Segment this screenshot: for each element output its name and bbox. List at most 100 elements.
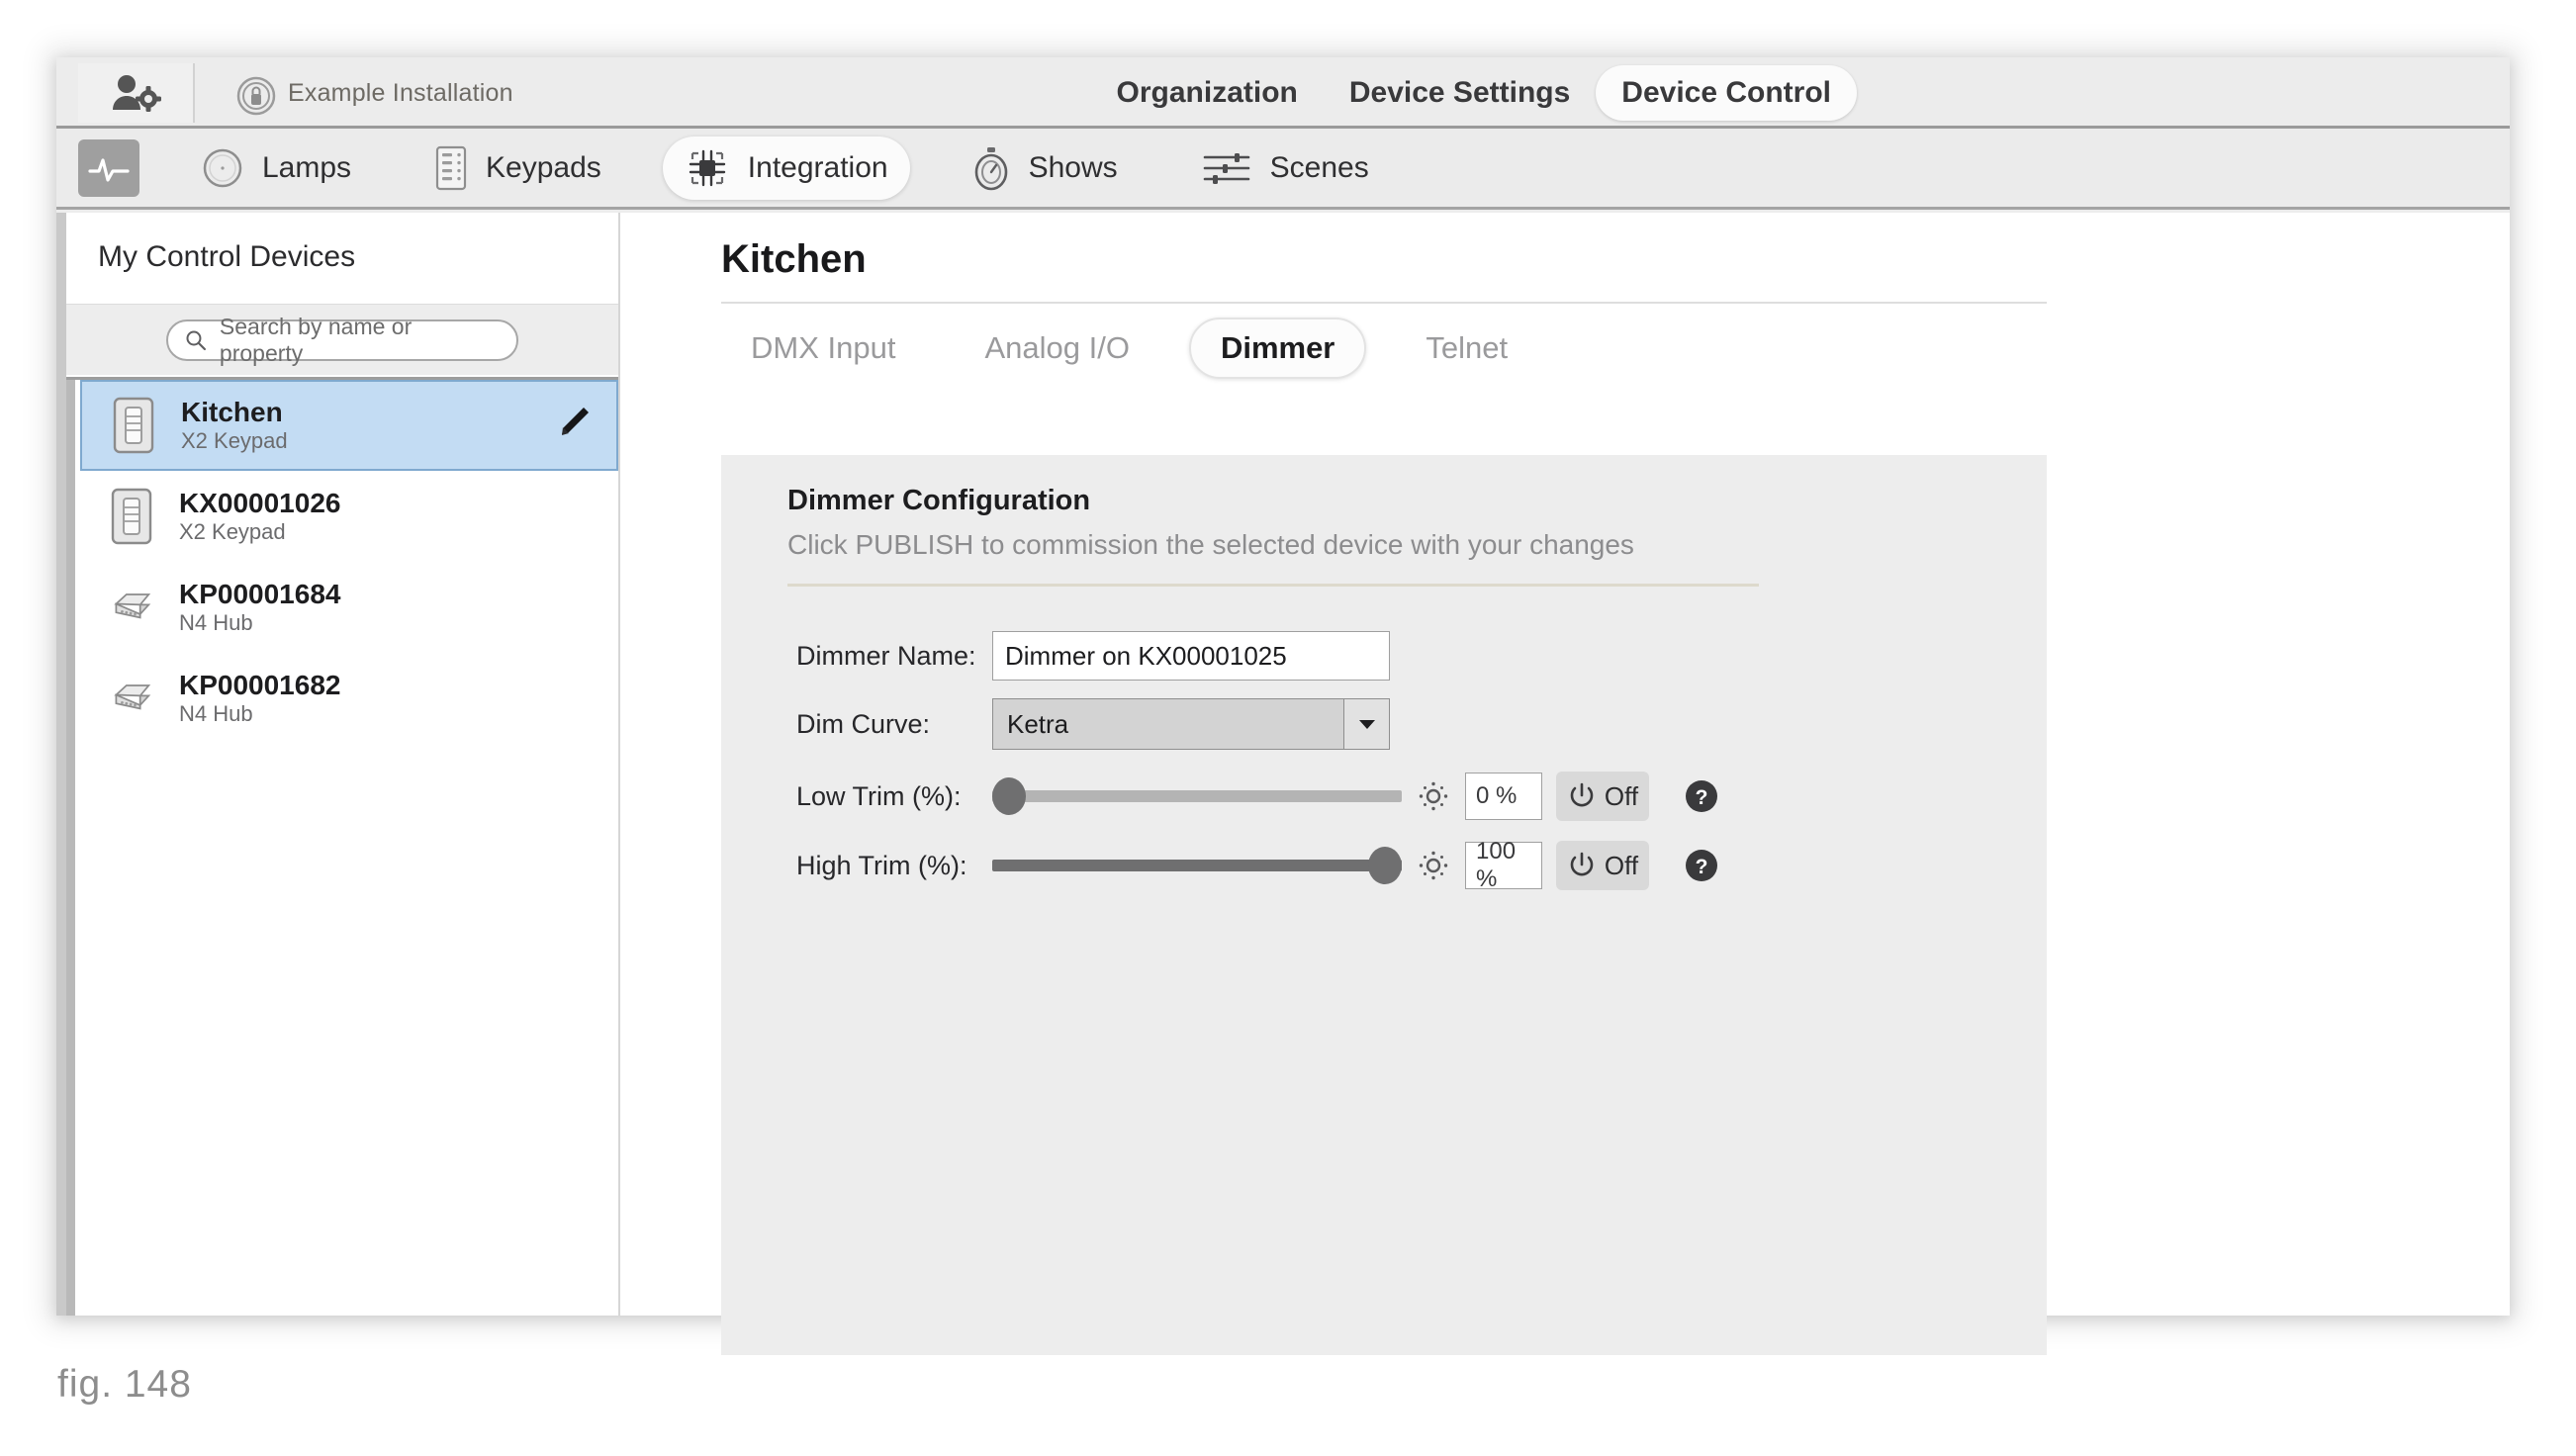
nav-item-device-control[interactable]: Device Control — [1596, 65, 1857, 121]
device-list: Kitchen X2 Keypad KX00001026 X2 Keypad K… — [66, 377, 618, 1316]
tab-keypads[interactable]: Keypads — [413, 136, 623, 200]
tab-dimmer[interactable]: Dimmer — [1188, 318, 1367, 379]
device-list-scrollbar[interactable] — [66, 380, 75, 1316]
search-placeholder: Search by name or property — [219, 313, 413, 366]
device-type: N4 Hub — [179, 700, 253, 726]
low-trim-slider[interactable] — [991, 776, 1402, 816]
high-trim-label: High Trim (%): — [796, 850, 967, 880]
device-name: KX00001026 — [179, 487, 341, 518]
config-heading: Dimmer Configuration — [787, 485, 1091, 516]
dimmer-configuration-panel: Dimmer Configuration Click PUBLISH to co… — [721, 455, 2047, 1355]
application-window: Example Installation Organization Device… — [56, 57, 2510, 1355]
tab-scenes-label: Scenes — [1269, 150, 1369, 184]
high-trim-knob[interactable] — [1368, 847, 1403, 884]
power-icon — [1570, 782, 1594, 807]
device-list-item[interactable]: Kitchen X2 Keypad — [80, 380, 618, 471]
device-name: KP00001682 — [179, 669, 341, 700]
svg-text:?: ? — [1696, 856, 1708, 878]
dimmer-name-row: Dimmer Name: Dimmer on KX00001025 — [721, 631, 2047, 681]
dim-curve-value: Ketra — [1007, 708, 1069, 739]
keypad-device-icon — [108, 397, 159, 454]
device-text: Kitchen X2 Keypad — [181, 397, 529, 454]
integration-chip-icon — [689, 149, 725, 186]
device-name: KP00001684 — [179, 578, 341, 609]
user-gear-icon — [113, 75, 161, 112]
device-text: KP00001682 N4 Hub — [179, 670, 597, 727]
tab-lamps[interactable]: Lamps — [179, 137, 373, 199]
nav-item-organization[interactable]: Organization — [1091, 65, 1324, 121]
stopwatch-icon — [974, 146, 1007, 190]
config-subheading: Click PUBLISH to commission the selected… — [787, 529, 1634, 560]
user-settings-button[interactable] — [78, 63, 195, 123]
low-trim-power-label: Off — [1604, 780, 1639, 811]
search-input[interactable]: Search by name or property — [166, 314, 518, 366]
installation-chip[interactable]: Example Installation — [217, 63, 543, 123]
chevron-down-icon[interactable] — [1343, 699, 1389, 749]
tab-shows[interactable]: Shows — [950, 136, 1140, 200]
device-list-item[interactable]: KP00001684 N4 Hub — [80, 562, 618, 653]
low-trim-power-toggle[interactable]: Off — [1556, 772, 1649, 821]
device-list-item[interactable]: KP00001682 N4 Hub — [80, 653, 618, 744]
help-circle-icon: ? — [1686, 850, 1717, 881]
tool-bar: Lamps Keypads Integration Shows Scenes — [56, 129, 2510, 210]
keypad-device-icon — [106, 488, 157, 545]
low-trim-value-input[interactable]: 0 % — [1465, 773, 1542, 820]
low-trim-row: Low Trim (%): 0 % Off ? — [721, 772, 2047, 821]
tab-integration-label: Integration — [747, 150, 888, 184]
tab-integration[interactable]: Integration — [662, 136, 910, 200]
dimmer-name-label: Dimmer Name: — [796, 640, 976, 671]
tab-analog-io[interactable]: Analog I/O — [955, 319, 1158, 377]
device-list-item[interactable]: KX00001026 X2 Keypad — [80, 471, 618, 562]
window-body: My Control Devices Search by name or pro… — [56, 213, 2510, 1355]
search-row: Search by name or property — [66, 304, 618, 375]
content-area: Kitchen DMX Input Analog I/O Dimmer Teln… — [622, 213, 2510, 1355]
sidebar-title: My Control Devices — [98, 240, 356, 273]
tab-dmx-input[interactable]: DMX Input — [721, 319, 925, 377]
high-trim-help-icon[interactable]: ? — [1683, 847, 1720, 884]
pencil-icon[interactable] — [551, 402, 595, 450]
config-divider — [787, 584, 1759, 587]
sliders-icon — [1203, 152, 1249, 184]
pulse-glyph-icon — [88, 157, 130, 182]
low-trim-help-icon[interactable]: ? — [1683, 777, 1720, 815]
device-text: KX00001026 X2 Keypad — [179, 488, 597, 545]
dim-curve-select[interactable]: Ketra — [992, 698, 1390, 750]
svg-text:?: ? — [1696, 786, 1708, 809]
main-nav: Organization Device Settings Device Cont… — [1091, 57, 1857, 129]
page-title: Kitchen — [721, 237, 867, 281]
low-trim-label: Low Trim (%): — [796, 780, 962, 811]
dim-curve-label: Dim Curve: — [796, 708, 931, 739]
dimmer-name-input[interactable]: Dimmer on KX00001025 — [992, 631, 1390, 681]
page-root: Example Installation Organization Device… — [0, 0, 2576, 1456]
power-icon — [1570, 852, 1594, 876]
high-trim-value-input[interactable]: 100 % — [1465, 838, 1542, 892]
device-text: KP00001684 N4 Hub — [179, 579, 597, 636]
device-type: N4 Hub — [179, 609, 253, 635]
content-tabs: DMX Input Analog I/O Dimmer Telnet — [721, 302, 2047, 393]
brightness-icon — [1414, 776, 1453, 816]
activity-pulse-icon[interactable] — [78, 138, 139, 197]
device-type: X2 Keypad — [179, 518, 286, 544]
hub-device-icon — [106, 588, 157, 627]
keypad-icon — [435, 145, 467, 190]
help-circle-icon: ? — [1686, 780, 1717, 812]
high-trim-track[interactable] — [992, 860, 1402, 871]
device-name: Kitchen — [181, 396, 283, 427]
tab-telnet[interactable]: Telnet — [1396, 319, 1537, 377]
search-icon — [186, 330, 207, 350]
tab-scenes[interactable]: Scenes — [1179, 136, 1391, 200]
lock-ring-icon — [236, 76, 276, 116]
low-trim-track[interactable] — [992, 790, 1402, 802]
tab-lamps-label: Lamps — [262, 150, 352, 184]
tab-shows-label: Shows — [1028, 150, 1118, 184]
hub-device-icon — [106, 679, 157, 718]
dim-curve-row: Dim Curve: Ketra — [721, 698, 2047, 750]
nav-item-device-settings[interactable]: Device Settings — [1324, 65, 1596, 121]
low-trim-knob[interactable] — [991, 777, 1026, 815]
high-trim-power-label: Off — [1604, 850, 1639, 880]
high-trim-power-toggle[interactable]: Off — [1556, 841, 1649, 890]
sidebar-scrollbar[interactable] — [56, 213, 66, 1316]
figure-caption: fig. 148 — [57, 1363, 192, 1406]
brightness-icon — [1414, 846, 1453, 885]
high-trim-slider[interactable] — [992, 846, 1403, 885]
